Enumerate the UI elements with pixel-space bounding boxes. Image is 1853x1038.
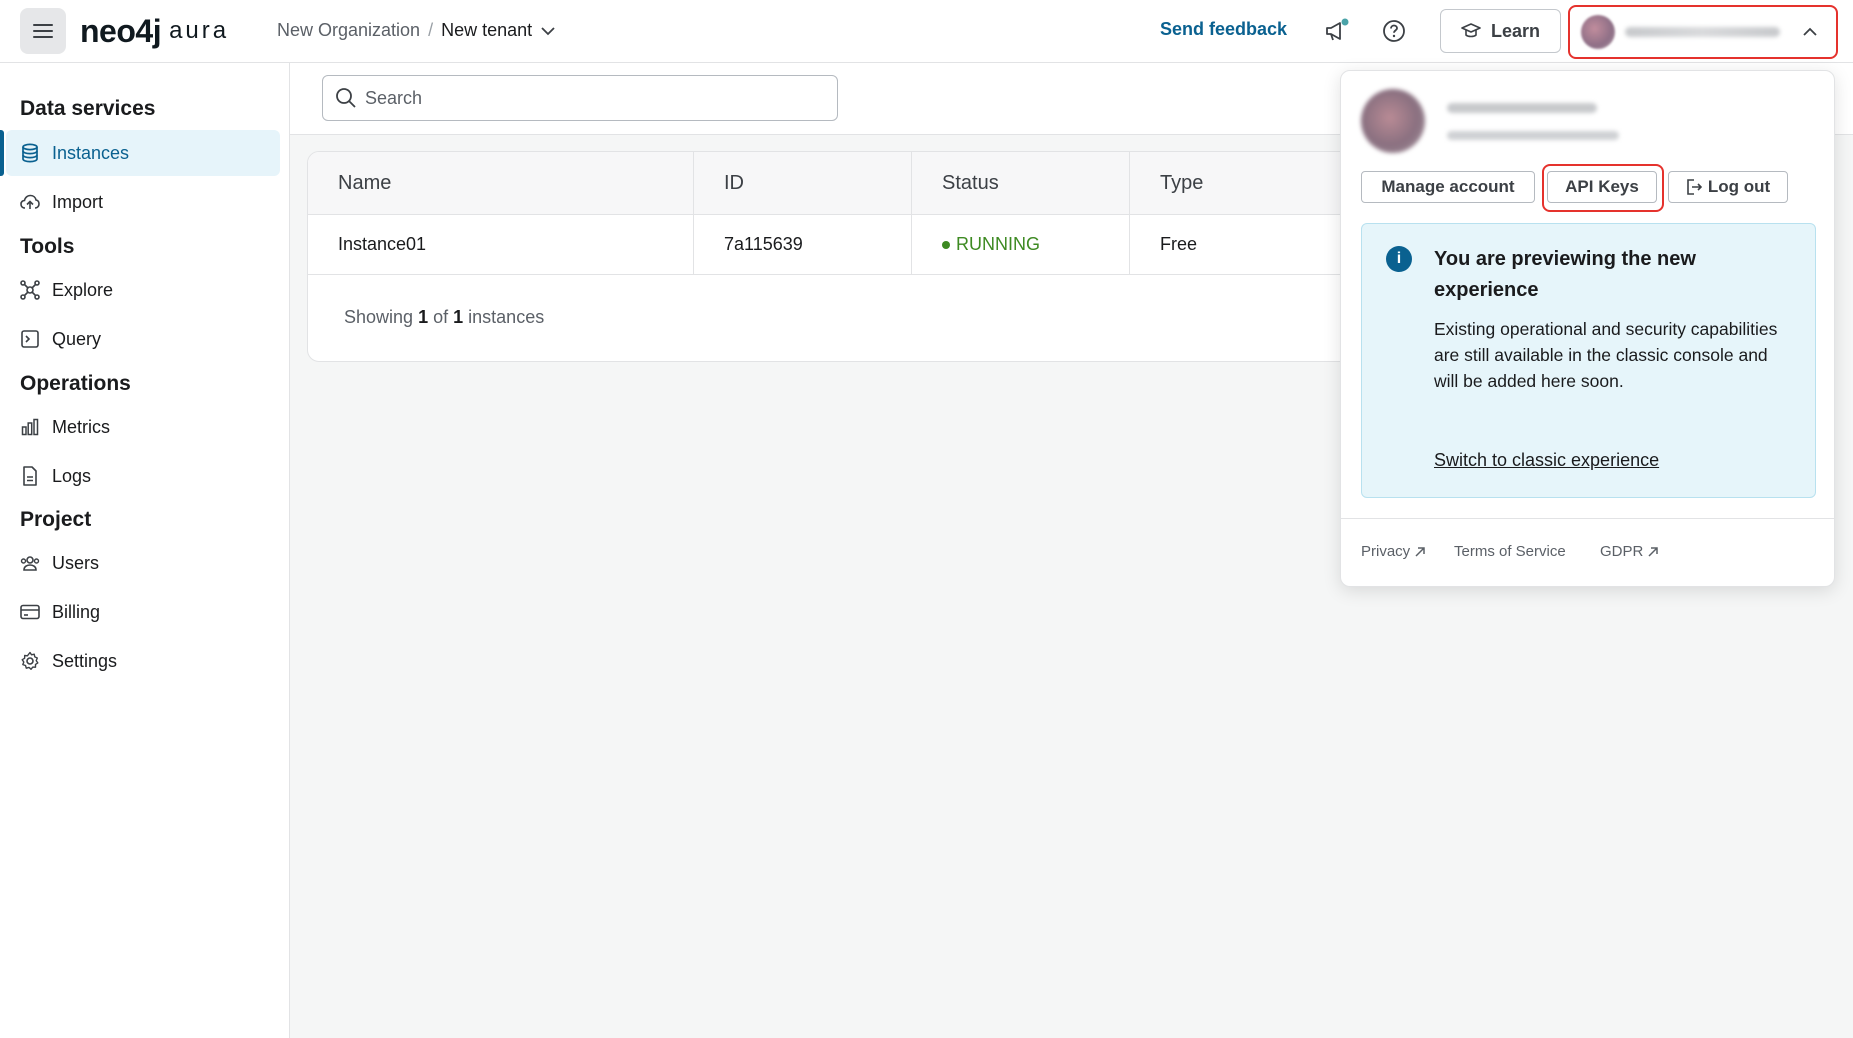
- external-link-icon: [1648, 546, 1659, 557]
- preview-info-box: i You are previewing the new experience …: [1361, 223, 1816, 498]
- instance-count: Showing 1 of 1 instances: [344, 307, 544, 328]
- cell-name[interactable]: Instance01: [308, 215, 694, 274]
- log-out-button[interactable]: Log out: [1668, 171, 1788, 203]
- count-total: 1: [453, 307, 464, 327]
- status-dot-icon: [942, 240, 950, 249]
- breadcrumb-separator: /: [428, 20, 434, 40]
- info-title: You are previewing the new experience: [1434, 248, 1696, 301]
- help-icon: [1383, 20, 1405, 42]
- search-box[interactable]: [322, 75, 838, 121]
- avatar: [1361, 89, 1425, 153]
- credit-card-icon: [20, 602, 40, 622]
- announcements-button[interactable]: [1320, 14, 1354, 48]
- manage-account-button[interactable]: Manage account: [1361, 171, 1535, 203]
- user-name-redacted: [1625, 27, 1780, 37]
- cell-status: RUNNING: [912, 215, 1130, 274]
- external-link-icon: [1415, 546, 1425, 557]
- graph-icon: [20, 280, 40, 300]
- user-menu-toggle[interactable]: [1573, 10, 1833, 54]
- manage-account-label: Manage account: [1381, 177, 1515, 196]
- hamburger-menu-button[interactable]: [20, 8, 66, 54]
- breadcrumb: New Organization / New tenant: [277, 20, 556, 41]
- sidebar-item-users[interactable]: Users: [6, 540, 280, 586]
- neo4j-aura-logo[interactable]: neo4j aura: [80, 13, 229, 49]
- logo-main: neo4j: [80, 12, 162, 49]
- sidebar-item-instances[interactable]: Instances: [0, 130, 280, 176]
- section-operations: Operations: [20, 372, 131, 395]
- privacy-label: Privacy: [1361, 543, 1411, 560]
- status-badge: RUNNING: [942, 234, 1040, 255]
- learn-button[interactable]: Learn: [1440, 9, 1561, 53]
- status-text: RUNNING: [956, 234, 1040, 254]
- sidebar-item-label: Settings: [52, 650, 118, 671]
- info-body: Existing operational and security capabi…: [1434, 319, 1778, 391]
- sidebar-item-label: Import: [52, 191, 104, 212]
- help-button[interactable]: [1377, 14, 1411, 48]
- sidebar-item-label: Query: [52, 328, 102, 349]
- sidebar-item-label: Metrics: [52, 416, 110, 437]
- terminal-icon: [20, 329, 40, 349]
- hamburger-icon: [33, 24, 53, 38]
- sidebar-item-label: Billing: [52, 601, 101, 622]
- log-out-icon: [1687, 179, 1702, 195]
- section-tools: Tools: [20, 235, 75, 258]
- sidebar-item-explore[interactable]: Explore: [6, 267, 280, 313]
- gear-icon: [20, 651, 40, 671]
- bar-chart-icon: [20, 417, 40, 437]
- column-header-name[interactable]: Name: [308, 152, 694, 214]
- count-of: of: [433, 307, 449, 327]
- logo-sub: aura: [169, 17, 230, 44]
- sidebar: Data services Instances Import Tools Exp…: [0, 63, 290, 1038]
- gdpr-link[interactable]: GDPR: [1600, 543, 1659, 560]
- sidebar-item-logs[interactable]: Logs: [6, 453, 280, 499]
- column-header-id[interactable]: ID: [694, 152, 912, 214]
- chevron-up-icon: [1803, 27, 1817, 36]
- column-header-status[interactable]: Status: [912, 152, 1130, 214]
- sidebar-item-metrics[interactable]: Metrics: [6, 404, 280, 450]
- sidebar-item-label: Explore: [52, 279, 114, 300]
- avatar: [1581, 15, 1615, 49]
- privacy-link[interactable]: Privacy: [1361, 543, 1426, 560]
- megaphone-icon: [1326, 18, 1349, 41]
- breadcrumb-organization[interactable]: New Organization: [277, 20, 420, 41]
- send-feedback-link[interactable]: Send feedback: [1160, 19, 1287, 40]
- api-keys-label: API Keys: [1565, 177, 1639, 196]
- cloud-upload-icon: [20, 192, 40, 212]
- sidebar-item-label: Users: [52, 552, 100, 573]
- search-icon: [336, 88, 356, 108]
- sidebar-item-settings[interactable]: Settings: [6, 638, 280, 684]
- user-menu-dropdown: Manage account API Keys Log out i You ar…: [1340, 70, 1835, 587]
- gdpr-label: GDPR: [1600, 543, 1644, 560]
- log-out-label: Log out: [1707, 177, 1771, 196]
- count-shown: 1: [418, 307, 429, 327]
- info-icon: i: [1386, 246, 1412, 272]
- graduation-cap-icon: [1461, 23, 1481, 38]
- terms-link[interactable]: Terms of Service: [1454, 543, 1566, 560]
- user-name-redacted: [1447, 103, 1597, 113]
- learn-label: Learn: [1490, 20, 1541, 41]
- sidebar-item-label: Logs: [52, 465, 92, 486]
- sidebar-item-billing[interactable]: Billing: [6, 589, 280, 635]
- database-icon: [20, 143, 40, 163]
- cell-id: 7a115639: [694, 215, 912, 274]
- count-suffix: instances: [468, 307, 545, 327]
- user-email-redacted: [1447, 131, 1619, 140]
- terms-label: Terms of Service: [1454, 543, 1566, 560]
- document-icon: [20, 466, 40, 486]
- count-prefix: Showing: [344, 307, 414, 327]
- section-project: Project: [20, 508, 92, 531]
- search-input[interactable]: [365, 87, 805, 109]
- sidebar-item-query[interactable]: Query: [6, 316, 280, 362]
- divider: [1341, 518, 1834, 519]
- chevron-down-icon[interactable]: [540, 26, 556, 36]
- switch-classic-link[interactable]: Switch to classic experience: [1434, 450, 1659, 471]
- sidebar-item-import[interactable]: Import: [6, 179, 280, 225]
- sidebar-item-label: Instances: [52, 142, 130, 163]
- api-keys-button[interactable]: API Keys: [1547, 171, 1657, 203]
- section-data-services: Data services: [20, 97, 156, 120]
- top-bar: neo4j aura New Organization / New tenant…: [0, 0, 1853, 63]
- users-icon: [20, 553, 40, 573]
- breadcrumb-tenant[interactable]: New tenant: [441, 20, 532, 41]
